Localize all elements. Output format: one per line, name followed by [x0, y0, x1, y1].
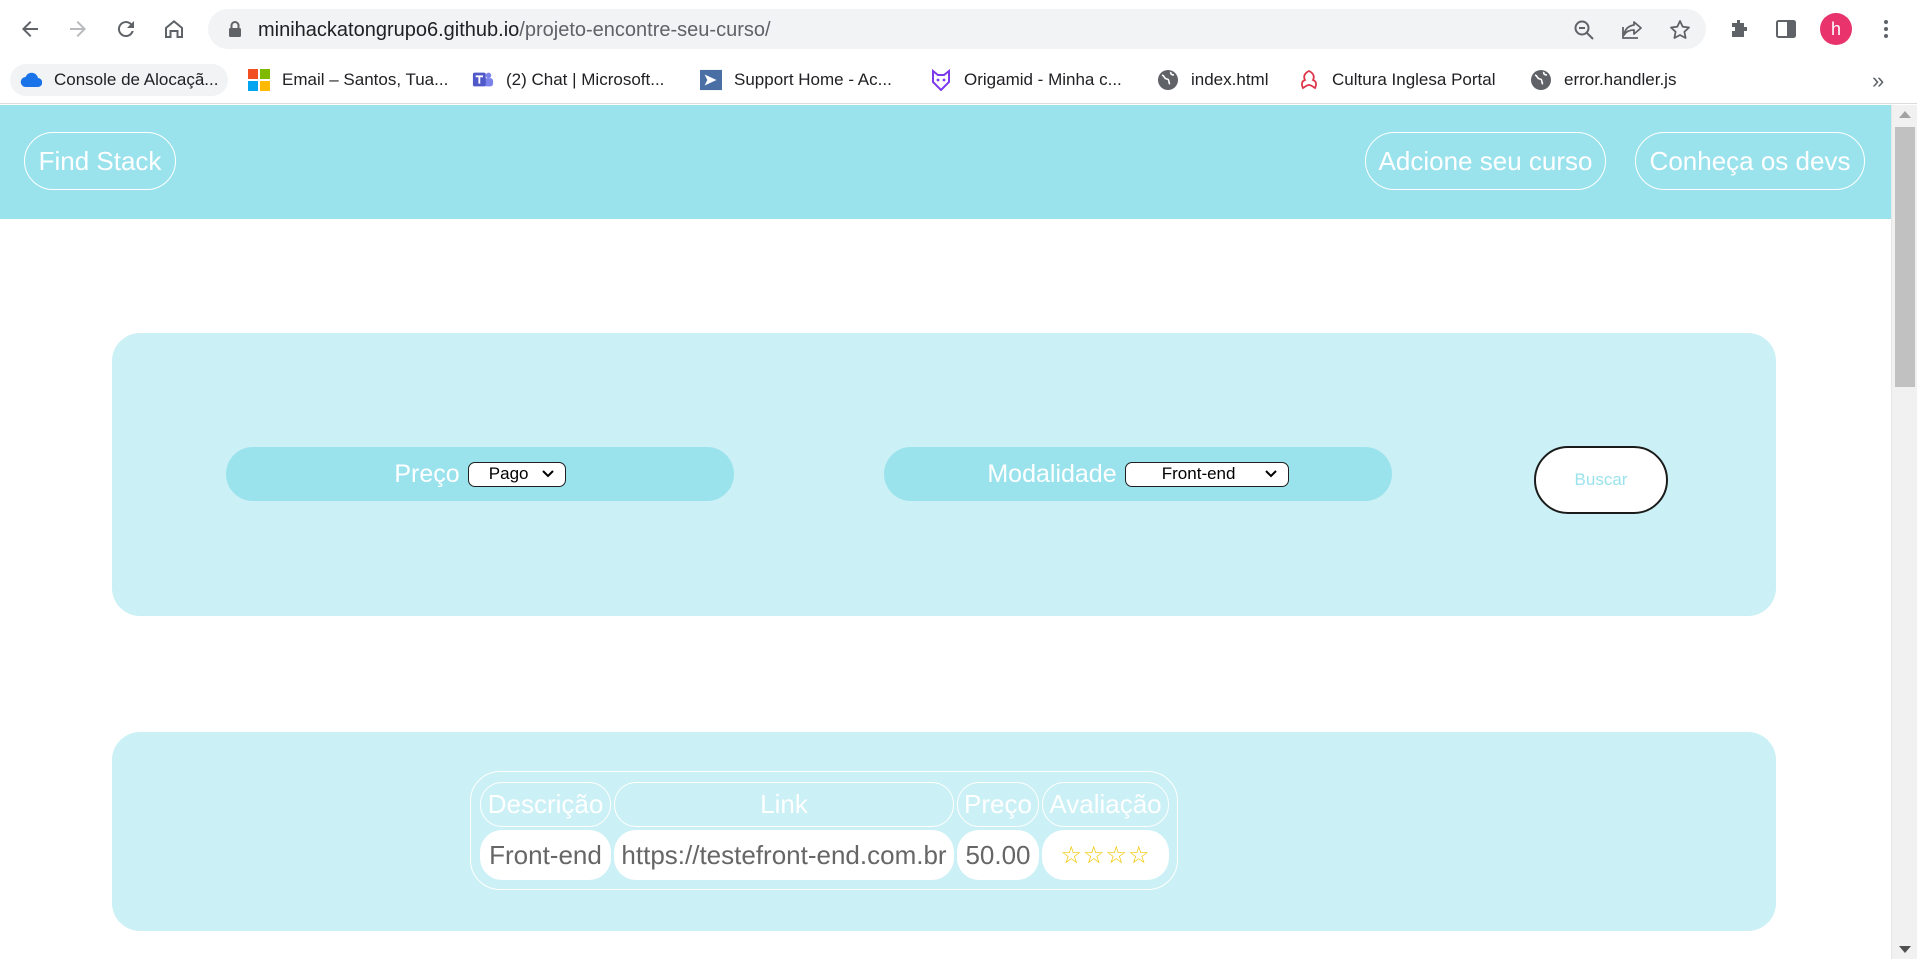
address-bar[interactable]: minihackatongrupo6.github.io/projeto-enc…	[208, 9, 1706, 49]
scroll-up-arrow-icon[interactable]	[1899, 111, 1911, 118]
bookmark-item[interactable]: Console de Alocaçã...	[10, 64, 229, 96]
more-vert-icon[interactable]	[1874, 17, 1898, 41]
bookmark-item[interactable]: Email – Santos, Tua...	[238, 64, 458, 96]
rating-stars[interactable]: ☆☆☆☆	[1060, 841, 1150, 870]
column-header-link: Link	[614, 782, 954, 827]
globe-icon	[1157, 69, 1179, 91]
chevron-down-icon	[1264, 470, 1277, 478]
table-cell-link[interactable]: https://testefront-end.com.br	[614, 830, 954, 880]
bookmark-item[interactable]: Origamid - Minha c...	[920, 64, 1132, 96]
bookmark-label: Support Home - Ac...	[734, 70, 892, 89]
scroll-thumb[interactable]	[1895, 127, 1915, 387]
column-header-descricao: Descrição	[480, 782, 611, 827]
bookmark-item[interactable]: Cultura Inglesa Portal	[1288, 64, 1505, 96]
support-icon	[700, 69, 722, 91]
side-panel-icon[interactable]	[1774, 17, 1798, 41]
bookmark-label: Email – Santos, Tua...	[282, 70, 449, 89]
modality-filter: Modalidade Front-end	[884, 447, 1392, 501]
column-header-preco: Preço	[957, 782, 1039, 827]
table-cell-preco: 50.00	[957, 830, 1039, 880]
arrow-right-icon	[70, 21, 86, 37]
scroll-down-arrow-icon[interactable]	[1899, 946, 1911, 953]
share-icon[interactable]	[1620, 18, 1644, 42]
price-label: Preço	[394, 459, 460, 488]
site-header: Find Stack Adcione seu curso Conheça os …	[0, 105, 1891, 219]
price-select[interactable]: Pago	[467, 461, 566, 487]
origamid-icon	[930, 69, 952, 91]
price-select-value: Pago	[488, 464, 529, 483]
arrow-left-icon	[22, 21, 38, 37]
results-table: Descrição Link Preço Avaliação Front-end…	[470, 771, 1178, 890]
brand-button[interactable]: Find Stack	[24, 132, 176, 190]
microsoft-logo-icon	[248, 69, 270, 91]
add-course-button[interactable]: Adcione seu curso	[1365, 132, 1606, 190]
table-cell-avaliacao: ☆☆☆☆	[1042, 830, 1169, 880]
bookmark-label: (2) Chat | Microsoft...	[506, 70, 665, 89]
modality-label: Modalidade	[987, 459, 1117, 488]
page-viewport: Find Stack Adcione seu curso Conheça os …	[0, 105, 1891, 959]
bookmark-item[interactable]: index.html	[1147, 64, 1278, 96]
meet-devs-button[interactable]: Conheça os devs	[1635, 132, 1865, 190]
bookmarks-overflow-button[interactable]: »	[1872, 68, 1884, 94]
bookmark-label: Cultura Inglesa Portal	[1332, 70, 1496, 89]
column-header-avaliacao: Avaliação	[1042, 782, 1169, 827]
bookmarks-bar: Console de Alocaçã... Email – Santos, Tu…	[0, 58, 1917, 104]
bookmark-label: error.handler.js	[1564, 70, 1677, 89]
teams-icon	[472, 69, 494, 91]
zoom-icon[interactable]	[1572, 18, 1596, 42]
bookmark-item[interactable]: Support Home - Ac...	[690, 64, 902, 96]
bookmark-label: Origamid - Minha c...	[964, 70, 1122, 89]
cultura-inglesa-icon	[1298, 69, 1320, 91]
bookmark-star-icon[interactable]	[1668, 18, 1692, 42]
chevron-down-icon	[541, 470, 554, 478]
bookmark-label: Console de Alocaçã...	[54, 70, 219, 89]
modality-select-value: Front-end	[1161, 464, 1236, 483]
results-panel: Descrição Link Preço Avaliação Front-end…	[112, 732, 1776, 931]
bookmark-item[interactable]: error.handler.js	[1520, 64, 1686, 96]
globe-icon	[1530, 69, 1552, 91]
url-host: minihackatongrupo6.github.io	[258, 19, 520, 41]
modality-select[interactable]: Front-end	[1124, 461, 1289, 487]
cloud-icon	[20, 69, 42, 91]
bookmark-item[interactable]: (2) Chat | Microsoft...	[462, 64, 674, 96]
price-filter: Preço Pago	[226, 447, 734, 501]
home-icon	[165, 20, 183, 38]
reload-button[interactable]	[108, 11, 144, 47]
reload-icon	[117, 21, 134, 38]
extensions-icon[interactable]	[1728, 17, 1752, 41]
lock-icon	[229, 21, 241, 37]
home-button[interactable]	[156, 11, 192, 47]
back-button[interactable]	[12, 11, 48, 47]
search-button[interactable]: Buscar	[1534, 446, 1668, 514]
forward-button[interactable]	[60, 11, 96, 47]
profile-avatar[interactable]: h	[1820, 13, 1852, 45]
url-text: minihackatongrupo6.github.io/projeto-enc…	[258, 19, 771, 42]
bookmark-label: index.html	[1191, 70, 1269, 89]
browser-toolbar: minihackatongrupo6.github.io/projeto-enc…	[0, 0, 1917, 58]
search-panel: Preço Pago Modalidade Front-end Buscar	[112, 333, 1776, 616]
table-cell-descricao: Front-end	[480, 830, 611, 880]
url-path: /projeto-encontre-seu-curso/	[519, 19, 771, 41]
page-scrollbar[interactable]	[1891, 105, 1917, 959]
